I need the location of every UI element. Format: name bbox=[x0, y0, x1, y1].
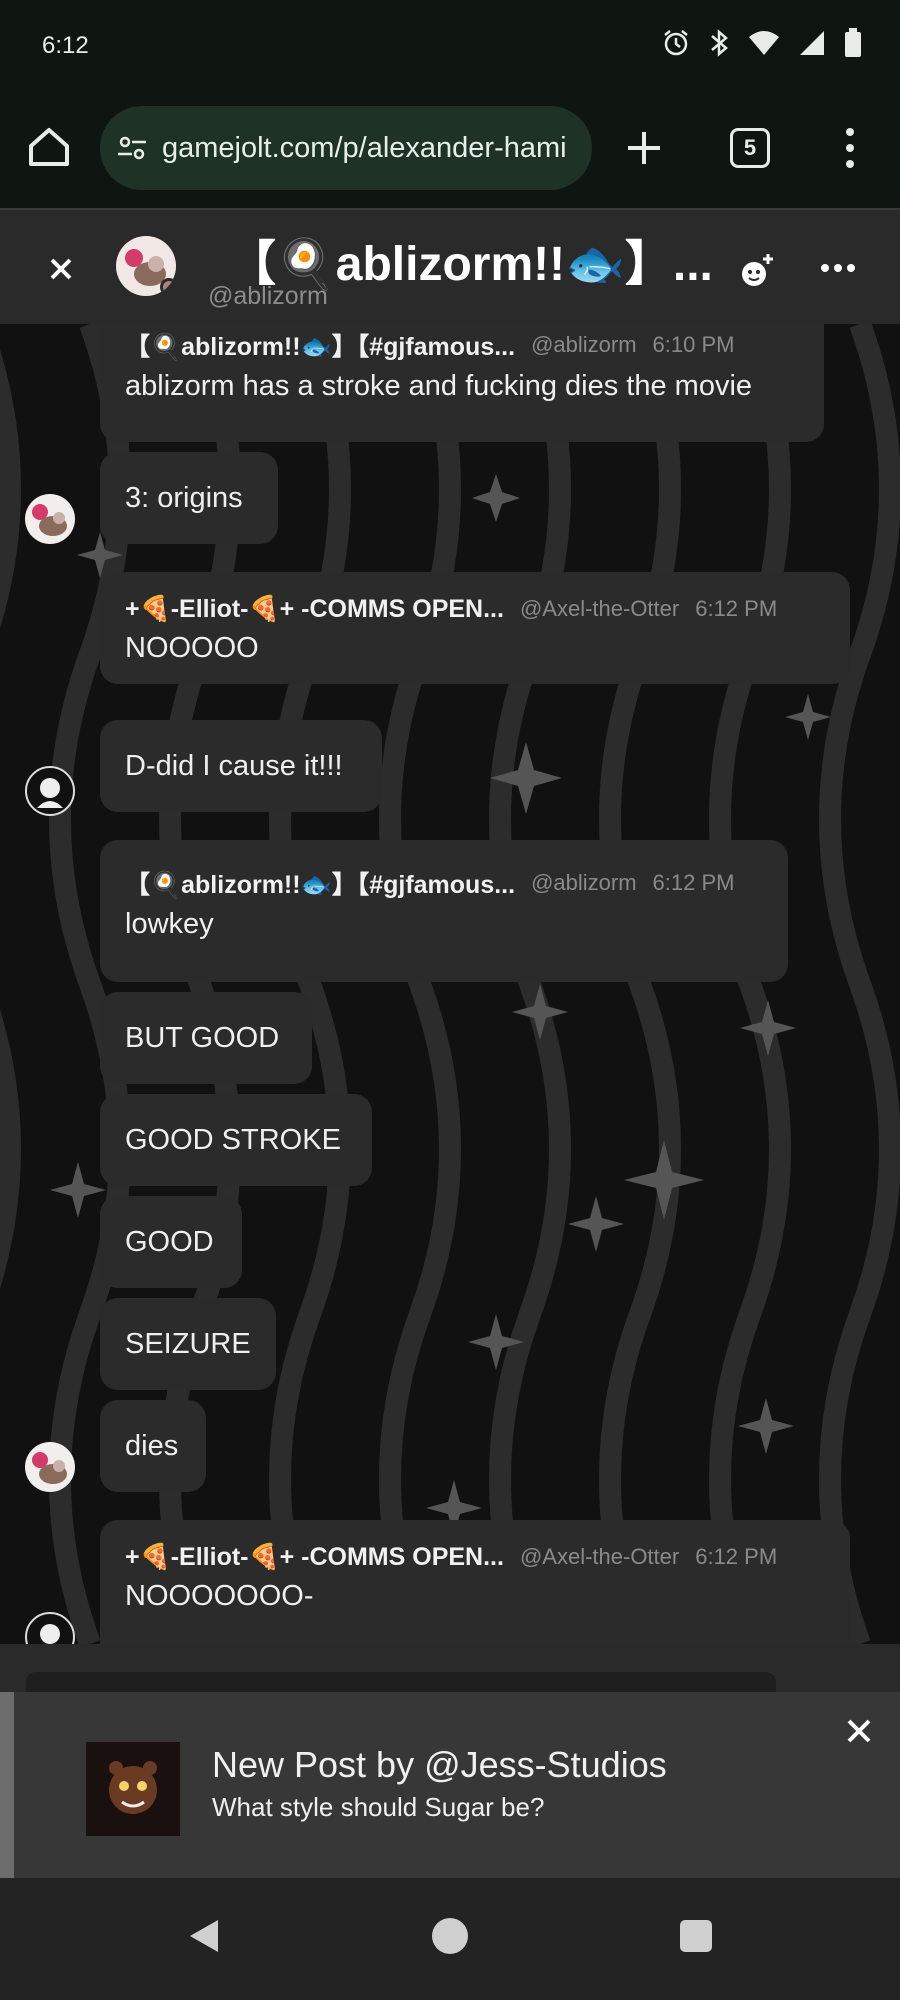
message-bubble[interactable]: dies bbox=[100, 1400, 206, 1492]
message-bubble[interactable]: D-did I cause it!!! bbox=[100, 720, 382, 812]
add-friend-icon[interactable] bbox=[736, 250, 776, 290]
avatar[interactable] bbox=[116, 236, 176, 296]
message-time: 6:12 PM bbox=[652, 870, 735, 895]
message-bubble[interactable]: SEIZURE bbox=[100, 1298, 276, 1390]
message-time: 6:10 PM bbox=[652, 332, 735, 357]
message-meta: 【🍳ablizorm!!🐟】【#gjfamous... @ablizorm 6:… bbox=[125, 866, 763, 900]
close-icon[interactable] bbox=[844, 1716, 874, 1746]
message-text: GOOD STROKE bbox=[125, 1123, 341, 1156]
url-text: gamejolt.com/p/alexander-hami bbox=[162, 131, 567, 164]
message-meta: +🍕-Elliot-🍕+ -COMMS OPEN... @Axel-the-Ot… bbox=[125, 592, 825, 626]
message-handle[interactable]: @ablizorm bbox=[531, 870, 636, 896]
message-bubble[interactable]: 3: origins bbox=[100, 452, 278, 544]
home-nav-icon[interactable] bbox=[432, 1918, 468, 1954]
message-time: 6:12 PM bbox=[695, 1544, 778, 1569]
status-bar: 6:12 bbox=[0, 0, 900, 92]
home-icon[interactable] bbox=[26, 124, 72, 170]
status-icons bbox=[662, 28, 862, 58]
system-nav-bar bbox=[0, 1878, 900, 2000]
avatar-image bbox=[37, 778, 63, 808]
message-input-area[interactable] bbox=[0, 1644, 900, 1692]
message-text: GOOD bbox=[125, 1225, 214, 1258]
message-author[interactable]: +🍕-Elliot-🍕+ -COMMS OPEN... bbox=[125, 1543, 504, 1572]
avatar-image bbox=[32, 504, 67, 536]
back-icon[interactable] bbox=[186, 1918, 220, 1954]
message-author[interactable]: +🍕-Elliot-🍕+ -COMMS OPEN... bbox=[125, 595, 504, 624]
notification-title: New Post by @Jess-Studios bbox=[212, 1744, 667, 1785]
message-text: ablizorm has a stroke and fucking dies t… bbox=[125, 370, 753, 402]
message-handle[interactable]: @Axel-the-Otter bbox=[520, 596, 679, 622]
message-text: dies bbox=[125, 1429, 179, 1462]
close-icon[interactable] bbox=[44, 252, 78, 286]
message-bubble[interactable]: +🍕-Elliot-🍕+ -COMMS OPEN... @Axel-the-Ot… bbox=[100, 1520, 850, 1644]
message-handle[interactable]: @ablizorm bbox=[531, 332, 636, 358]
chat-handle: @ablizorm bbox=[208, 282, 328, 310]
avatar-image bbox=[32, 1452, 67, 1484]
signal-icon bbox=[800, 31, 824, 55]
message-bubble[interactable]: BUT GOOD bbox=[100, 992, 312, 1084]
avatar-image bbox=[40, 1624, 60, 1644]
message-text: D-did I cause it!!! bbox=[125, 749, 343, 782]
message-bubble[interactable]: 【🍳ablizorm!!🐟】【#gjfamous... @ablizorm 6:… bbox=[100, 324, 824, 442]
message-meta: 【🍳ablizorm!!🐟】【#gjfamous... @ablizorm 6:… bbox=[125, 328, 799, 362]
notification-image bbox=[86, 1742, 180, 1836]
notification-body: What style should Sugar be? bbox=[212, 1792, 545, 1822]
new-tab-icon[interactable] bbox=[624, 128, 664, 168]
wifi-icon bbox=[749, 31, 779, 55]
chat-header: 【🍳ablizorm!!🐟】... @ablizorm bbox=[0, 208, 900, 324]
notification-toast[interactable]: New Post by @Jess-Studios What style sho… bbox=[0, 1692, 900, 1878]
message-time: 6:12 PM bbox=[695, 596, 778, 621]
status-time: 6:12 bbox=[42, 32, 89, 59]
message-text: SEIZURE bbox=[125, 1327, 251, 1360]
tab-switcher-button[interactable]: 5 bbox=[730, 128, 770, 168]
browser-toolbar: gamejolt.com/p/alexander-hami 5 bbox=[0, 92, 900, 208]
chat-messages[interactable]: 【🍳ablizorm!!🐟】【#gjfamous... @ablizorm 6:… bbox=[0, 324, 900, 1644]
message-bubble[interactable]: +🍕-Elliot-🍕+ -COMMS OPEN... @Axel-the-Ot… bbox=[100, 572, 850, 684]
message-text: 3: origins bbox=[125, 481, 243, 514]
message-input[interactable] bbox=[26, 1672, 776, 1692]
notification-accent bbox=[0, 1692, 14, 1878]
recents-icon[interactable] bbox=[680, 1920, 712, 1952]
message-bubble[interactable]: GOOD bbox=[100, 1196, 242, 1288]
avatar[interactable] bbox=[25, 766, 75, 816]
message-text: NOOOOOOO- bbox=[125, 1580, 314, 1612]
bluetooth-icon bbox=[711, 29, 728, 57]
message-bubble[interactable]: 【🍳ablizorm!!🐟】【#gjfamous... @ablizorm 6:… bbox=[100, 840, 788, 982]
message-meta: +🍕-Elliot-🍕+ -COMMS OPEN... @Axel-the-Ot… bbox=[125, 1540, 825, 1574]
message-bubble[interactable]: GOOD STROKE bbox=[100, 1094, 372, 1186]
avatar[interactable] bbox=[25, 494, 75, 544]
presence-dot bbox=[160, 278, 176, 296]
alarm-icon bbox=[664, 30, 688, 56]
message-text: lowkey bbox=[125, 908, 214, 940]
message-text: NOOOOO bbox=[125, 632, 259, 664]
battery-icon bbox=[845, 28, 861, 57]
site-settings-icon[interactable] bbox=[116, 132, 148, 164]
more-vert-icon[interactable] bbox=[834, 126, 866, 170]
notification-thumbnail bbox=[86, 1742, 180, 1836]
message-text: BUT GOOD bbox=[125, 1021, 280, 1054]
avatar[interactable] bbox=[25, 1442, 75, 1492]
message-author[interactable]: 【🍳ablizorm!!🐟】【#gjfamous... bbox=[125, 865, 515, 901]
more-horiz-icon[interactable] bbox=[820, 262, 856, 274]
message-author[interactable]: 【🍳ablizorm!!🐟】【#gjfamous... bbox=[125, 327, 515, 363]
message-handle[interactable]: @Axel-the-Otter bbox=[520, 1544, 679, 1570]
address-bar[interactable]: gamejolt.com/p/alexander-hami bbox=[100, 106, 592, 190]
